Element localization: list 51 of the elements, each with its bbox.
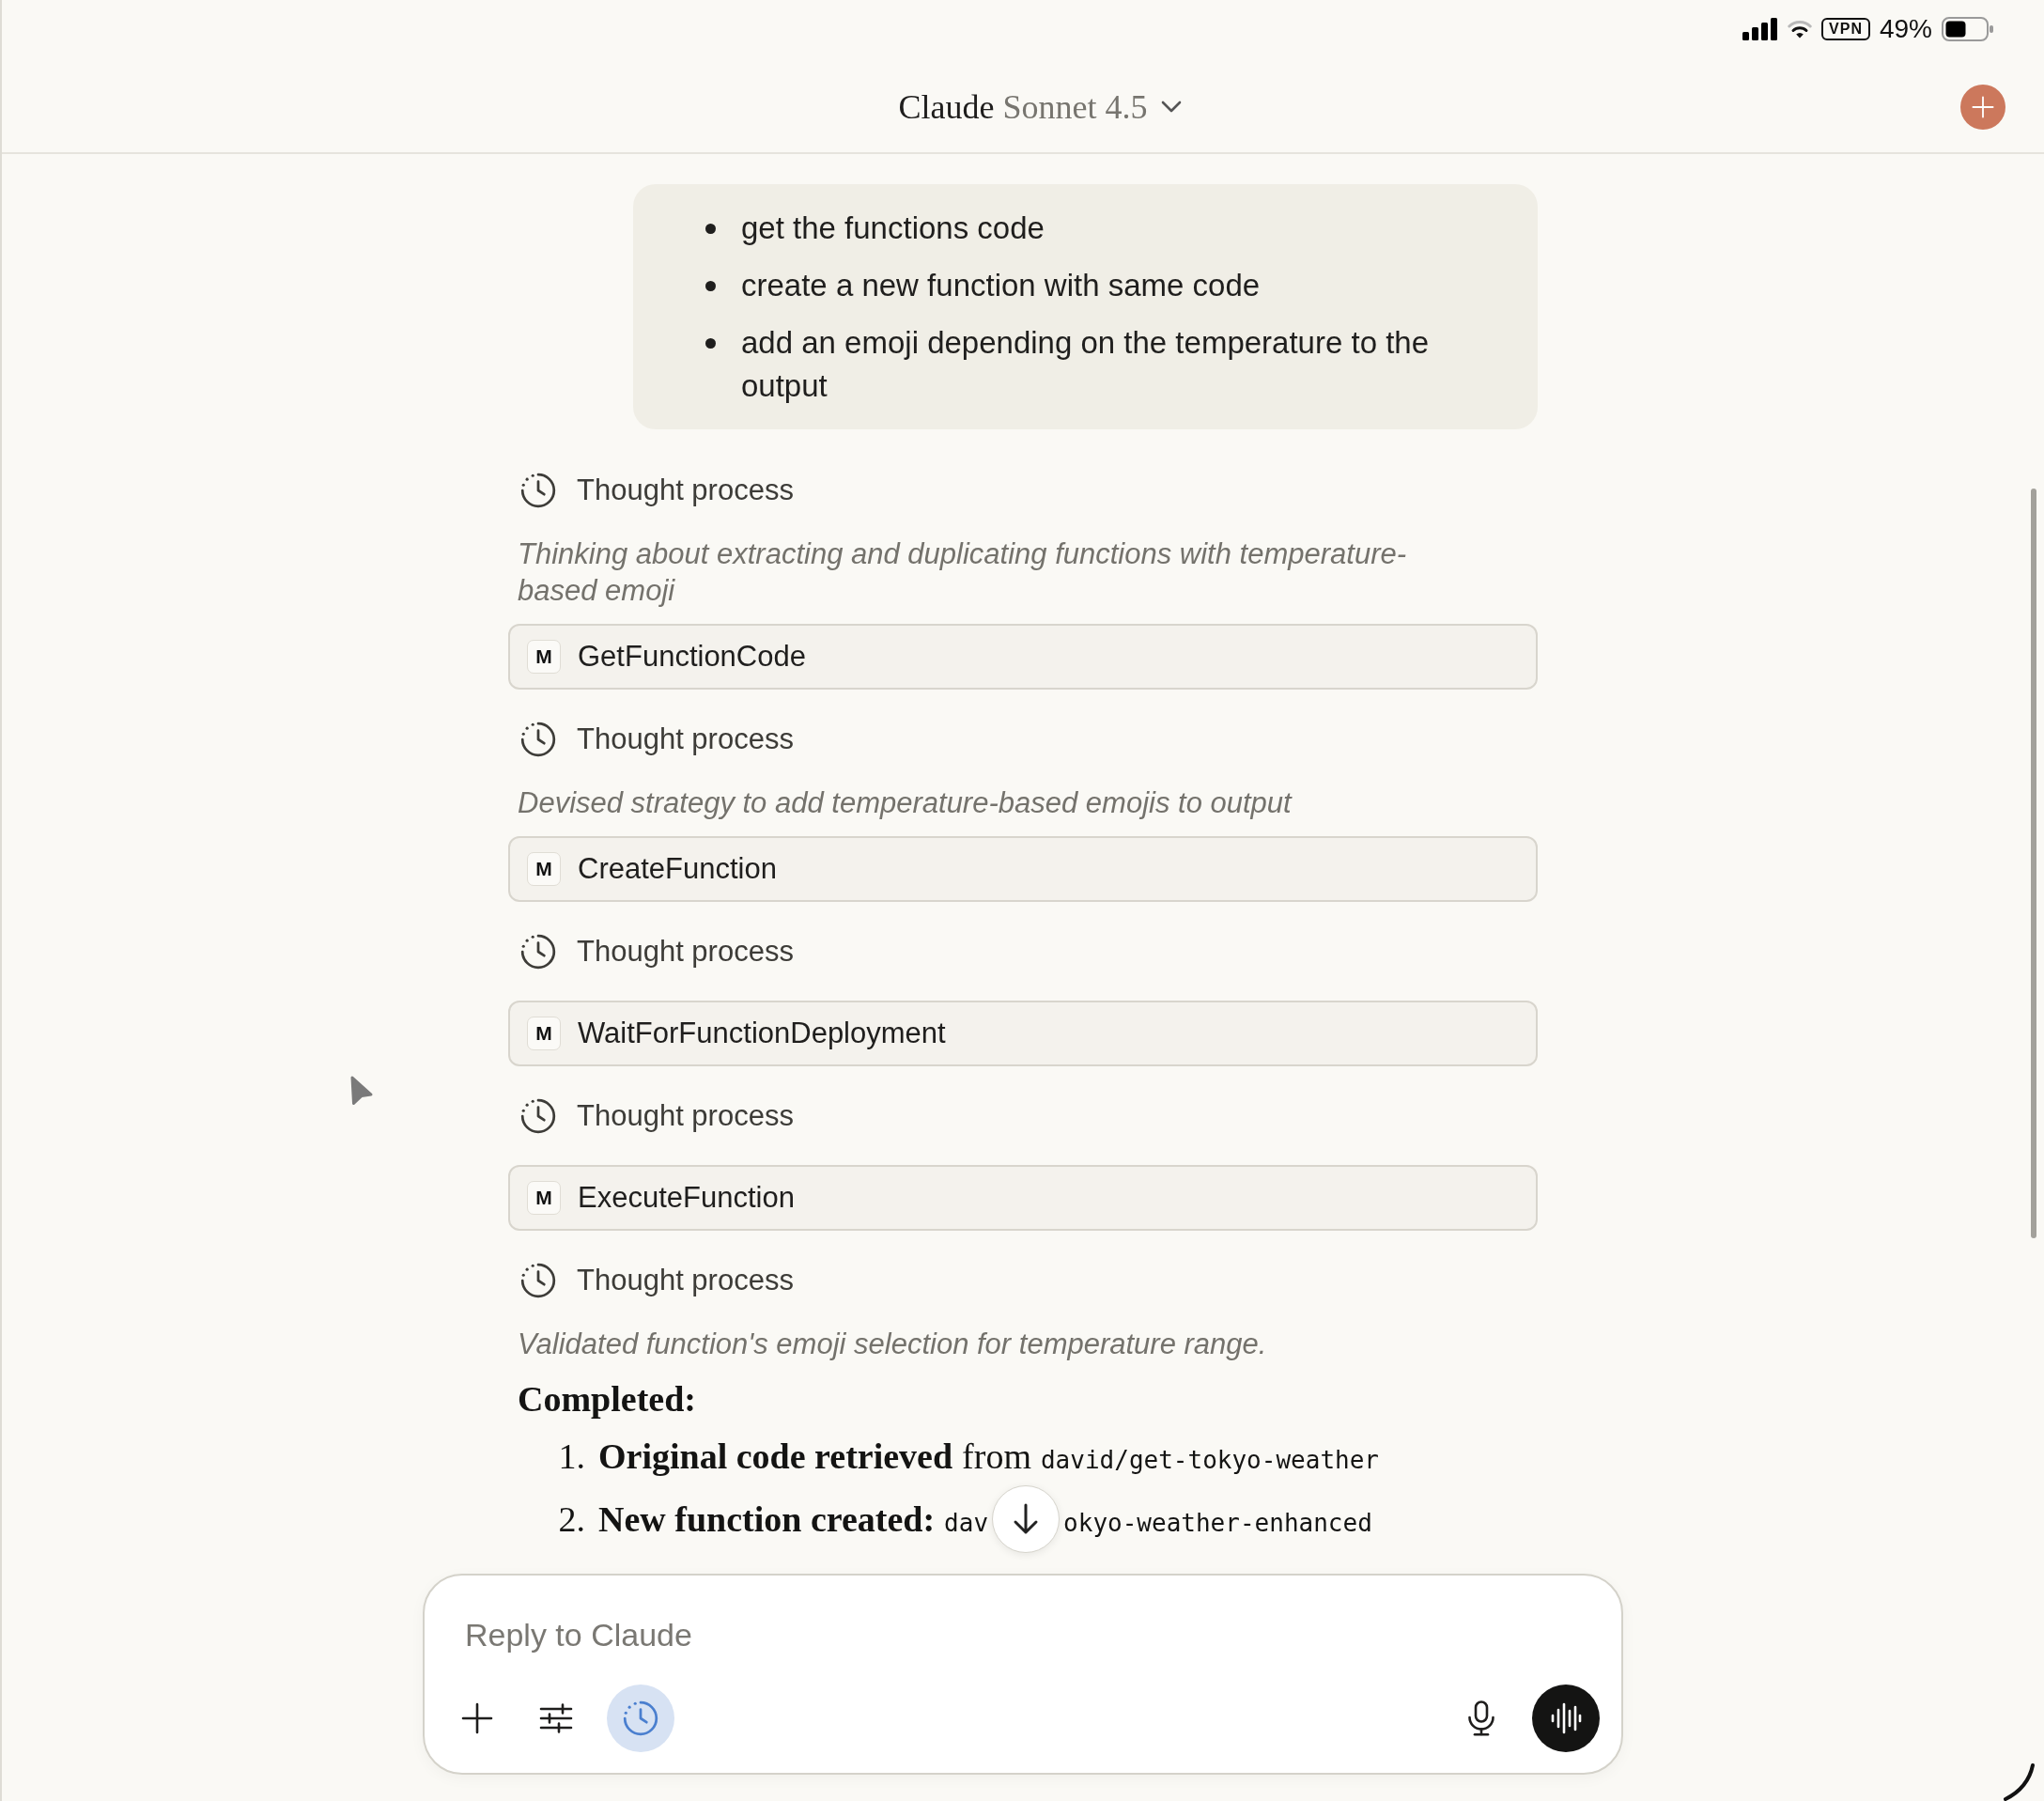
model-selector[interactable]: Claude Sonnet 4.5 xyxy=(898,86,1182,128)
list-item-text: get the functions code xyxy=(741,210,1045,247)
scrollbar-thumb[interactable] xyxy=(2031,489,2036,1238)
thought-process-toggle[interactable]: Thought process xyxy=(519,1092,794,1141)
chevron-down-icon xyxy=(1160,101,1182,114)
sliders-icon xyxy=(539,1703,573,1733)
list-item-text: add an emoji depending on the temperature to the output xyxy=(741,324,1431,405)
tool-badge: M xyxy=(527,640,561,674)
vpn-indicator: VPN xyxy=(1821,18,1870,40)
bullet-icon xyxy=(705,281,716,291)
wifi-icon xyxy=(1788,20,1813,39)
list-number: 2. xyxy=(557,1498,585,1541)
reply-input[interactable]: Reply to Claude xyxy=(449,1612,1600,1657)
tool-call-button[interactable]: M ExecuteFunction xyxy=(508,1165,1538,1231)
clock-icon xyxy=(519,1096,558,1136)
thinking-summary: Devised strategy to add temperature-based emojis to output xyxy=(517,785,1292,821)
tool-badge: M xyxy=(527,852,561,886)
tool-call-button[interactable]: M CreateFunction xyxy=(508,836,1538,902)
thought-process-toggle[interactable]: Thought process xyxy=(519,715,794,764)
screen-corner-drawing xyxy=(2004,1763,2036,1801)
tool-call-button[interactable]: M WaitForFunctionDeployment xyxy=(508,1001,1538,1066)
code-text: okyo-weather-enhanced xyxy=(1063,1508,1372,1539)
tool-call-button[interactable]: M GetFunctionCode xyxy=(508,624,1538,690)
signal-icon xyxy=(1742,18,1779,40)
thinking-summary: Thinking about extracting and duplicating functions with temperature-based emoji xyxy=(517,536,1408,609)
thinking-summary: Validated function's emoji selection for temperature range. xyxy=(517,1327,1267,1362)
section-heading: Completed: xyxy=(518,1378,697,1421)
bullet-icon xyxy=(705,224,716,234)
clock-icon xyxy=(519,720,558,759)
battery-icon xyxy=(1942,17,1994,41)
list-number: 1. xyxy=(557,1436,585,1478)
clock-icon xyxy=(519,1261,558,1300)
bullet-icon xyxy=(705,338,716,349)
plus-icon xyxy=(1972,96,1994,118)
list-item-text: create a new function with same code xyxy=(741,267,1261,304)
battery-percentage: 49% xyxy=(1879,14,1932,44)
clock-icon xyxy=(621,1699,660,1738)
thought-process-toggle[interactable]: Thought process xyxy=(519,927,794,976)
tool-badge: M xyxy=(527,1017,561,1050)
clock-icon xyxy=(519,471,558,510)
thought-process-toggle[interactable]: Thought process xyxy=(519,466,794,515)
waveform-icon xyxy=(1550,1702,1582,1734)
list-item-text: New function created: dav xyxy=(598,1498,989,1541)
clock-icon xyxy=(519,932,558,971)
pointer-icon xyxy=(349,1075,374,1106)
list-item-text: Original code retrieved from david/get-tokyo-weather xyxy=(598,1436,1379,1478)
tool-badge: M xyxy=(527,1181,561,1215)
plus-icon xyxy=(461,1702,493,1734)
new-chat-button[interactable] xyxy=(1960,85,2005,130)
microphone-icon xyxy=(1467,1700,1495,1736)
thought-process-toggle[interactable]: Thought process xyxy=(519,1256,794,1305)
